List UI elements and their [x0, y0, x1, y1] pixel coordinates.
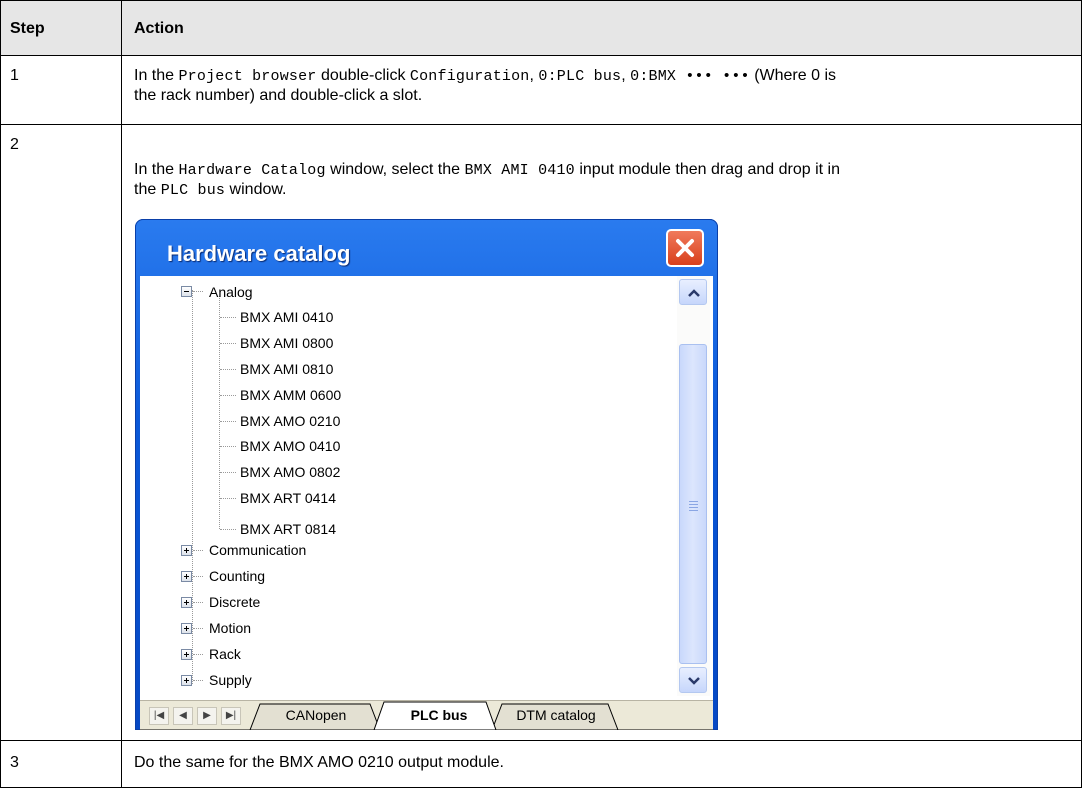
- tree-item-counting[interactable]: Counting: [209, 567, 265, 585]
- bmx-path-term: 0:BMX ••• •••: [630, 68, 750, 85]
- scroll-up-button[interactable]: [679, 279, 707, 305]
- close-icon: [676, 239, 694, 257]
- expand-counting-icon[interactable]: [181, 571, 192, 582]
- project-browser-term: Project browser: [178, 68, 317, 85]
- step-2-number: 2: [10, 136, 19, 153]
- tree-item-bmx-art-0414[interactable]: BMX ART 0414: [240, 489, 336, 507]
- expand-discrete-icon[interactable]: [181, 597, 192, 608]
- step-1-number: 1: [10, 67, 19, 84]
- expand-rack-icon[interactable]: [181, 649, 192, 660]
- tree-item-supply[interactable]: Supply: [209, 671, 252, 689]
- tab-canopen[interactable]: CANopen: [264, 703, 368, 729]
- close-button[interactable]: [666, 229, 704, 267]
- action-column-header: Action: [134, 20, 184, 37]
- bmx-ami-0410-term: BMX AMI 0410: [464, 162, 575, 179]
- hardware-catalog-window: Hardware catalog Analog BMX AMI 0410 BMX…: [135, 219, 718, 730]
- tree-item-bmx-ami-0800[interactable]: BMX AMI 0800: [240, 334, 333, 352]
- hardware-catalog-term: Hardware Catalog: [178, 162, 326, 179]
- scroll-down-button[interactable]: [679, 667, 707, 693]
- tab-dtm-catalog[interactable]: DTM catalog: [504, 703, 608, 729]
- step-column-header: Step: [10, 20, 45, 37]
- plc-bus-path-term: 0:PLC bus: [538, 68, 622, 85]
- tree-item-bmx-ami-0410[interactable]: BMX AMI 0410: [240, 308, 333, 326]
- chevron-down-icon: [688, 677, 700, 685]
- step-1-action: In the Project browser double-click Conf…: [134, 67, 836, 85]
- expand-motion-icon[interactable]: [181, 623, 192, 634]
- expand-supply-icon[interactable]: [181, 675, 192, 686]
- catalog-tab-strip: |◀ ◀ ▶ ▶| CANopen PLC bus DTM catalog: [140, 700, 713, 730]
- tree-item-bmx-amo-0802[interactable]: BMX AMO 0802: [240, 463, 340, 481]
- vertical-scrollbar[interactable]: [677, 276, 710, 696]
- scroll-thumb[interactable]: [679, 344, 707, 664]
- step-2-action-line2: the PLC bus window.: [134, 181, 287, 199]
- window-title: Hardware catalog: [167, 241, 351, 266]
- collapse-analog-icon[interactable]: [181, 286, 192, 297]
- tree-item-motion[interactable]: Motion: [209, 619, 251, 637]
- tree-item-bmx-ami-0810[interactable]: BMX AMI 0810: [240, 360, 333, 378]
- tree-item-analog[interactable]: Analog: [209, 283, 253, 301]
- tree-item-bmx-amm-0600[interactable]: BMX AMM 0600: [240, 386, 341, 404]
- expand-communication-icon[interactable]: [181, 545, 192, 556]
- step-2-action: In the Hardware Catalog window, select t…: [134, 161, 840, 179]
- tree-item-rack[interactable]: Rack: [209, 645, 241, 663]
- step-3-action: Do the same for the BMX AMO 0210 output …: [134, 754, 504, 771]
- tree-item-discrete[interactable]: Discrete: [209, 593, 260, 611]
- chevron-up-icon: [688, 289, 700, 297]
- tree-item-bmx-amo-0210[interactable]: BMX AMO 0210: [240, 412, 340, 430]
- catalog-client-area: Analog BMX AMI 0410 BMX AMI 0800 BMX AMI…: [140, 276, 713, 730]
- configuration-term: Configuration: [409, 68, 530, 85]
- catalog-tree: Analog BMX AMI 0410 BMX AMI 0800 BMX AMI…: [140, 276, 673, 698]
- step-1-action-line2: the rack number) and double-click a slot…: [134, 87, 423, 104]
- step-3-number: 3: [10, 754, 19, 771]
- tree-item-bmx-art-0814[interactable]: BMX ART 0814: [240, 520, 336, 538]
- plc-bus-term: PLC bus: [160, 182, 226, 199]
- tab-plc-bus[interactable]: PLC bus: [386, 703, 492, 729]
- tree-item-communication[interactable]: Communication: [209, 541, 306, 559]
- tree-item-bmx-amo-0410[interactable]: BMX AMO 0410: [240, 437, 340, 455]
